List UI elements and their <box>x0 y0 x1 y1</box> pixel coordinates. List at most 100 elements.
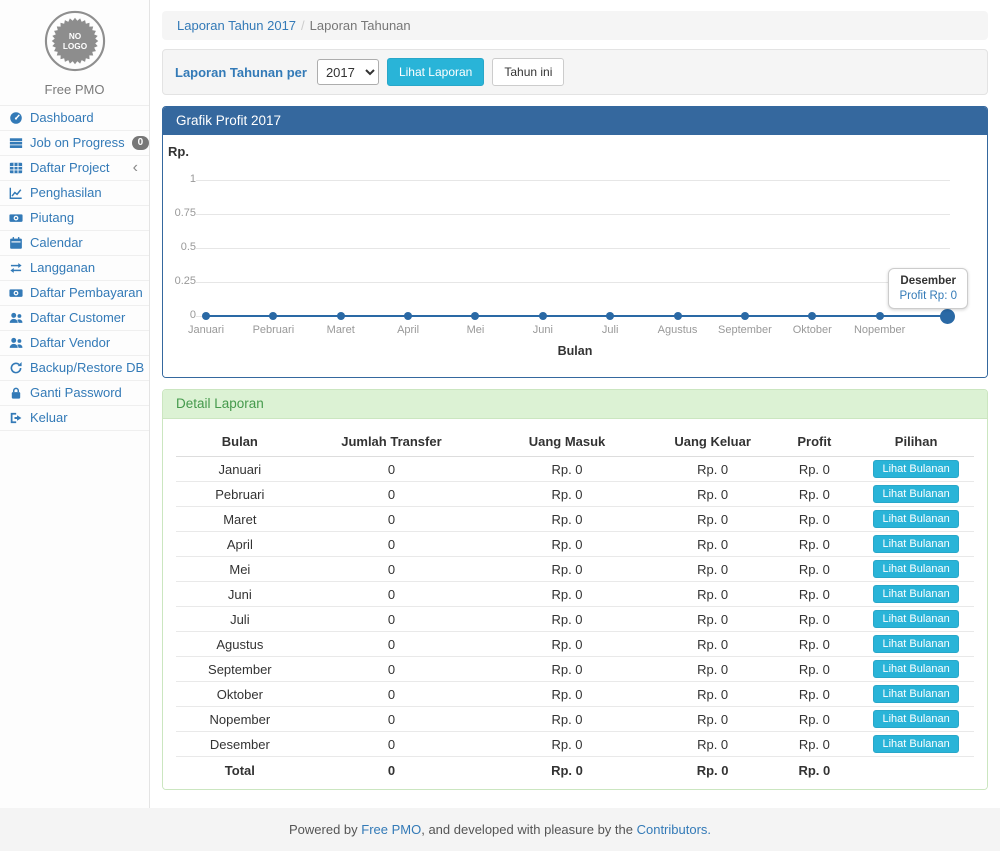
gridline <box>196 282 950 283</box>
sidebar-item-label: Calendar <box>30 235 140 251</box>
data-point-juni[interactable] <box>539 312 547 320</box>
view-monthly-button-pebruari[interactable]: Lihat Bulanan <box>873 485 958 503</box>
data-point-nopember[interactable] <box>876 312 884 320</box>
sidebar-item-label: Penghasilan <box>30 185 140 201</box>
view-monthly-button-september[interactable]: Lihat Bulanan <box>873 660 958 678</box>
breadcrumb: Laporan Tahun 2017 / Laporan Tahunan <box>162 11 988 40</box>
cell-uang-masuk: Rp. 0 <box>479 732 655 757</box>
data-point-desember[interactable] <box>940 309 955 324</box>
view-monthly-button-maret[interactable]: Lihat Bulanan <box>873 510 958 528</box>
total-jumlah-transfer: 0 <box>304 757 480 782</box>
data-point-maret[interactable] <box>337 312 345 320</box>
detail-panel-body: BulanJumlah TransferUang MasukUang Kelua… <box>163 419 987 789</box>
view-monthly-button-juni[interactable]: Lihat Bulanan <box>873 585 958 603</box>
cell-uang-keluar: Rp. 0 <box>655 707 771 732</box>
footer-link-free-pmo[interactable]: Free PMO <box>361 822 421 837</box>
sidebar-item-backup-restore-db[interactable]: Backup/Restore DB <box>0 356 149 381</box>
x-tick-label: Maret <box>303 324 379 336</box>
table-total-row: Total0Rp. 0Rp. 0Rp. 0 <box>176 757 974 782</box>
cell-jumlah-transfer: 0 <box>304 457 480 482</box>
total-label: Total <box>176 757 304 782</box>
sidebar-item-keluar[interactable]: Keluar <box>0 406 149 431</box>
data-point-september[interactable] <box>741 312 749 320</box>
column-header-profit: Profit <box>770 428 858 457</box>
view-monthly-button-juli[interactable]: Lihat Bulanan <box>873 610 958 628</box>
cell-bulan: Januari <box>176 457 304 482</box>
y-tick-label: 0.5 <box>162 241 196 253</box>
sidebar-item-dashboard[interactable]: Dashboard <box>0 106 149 131</box>
count-badge: 0 <box>132 136 150 150</box>
data-point-juli[interactable] <box>606 312 614 320</box>
breadcrumb-separator: / <box>301 18 305 33</box>
sidebar-item-label: Keluar <box>30 410 140 426</box>
brand-logo[interactable]: NOLOGO Free PMO <box>0 0 149 106</box>
money-icon <box>9 286 23 300</box>
sidebar-item-job-on-progress[interactable]: Job on Progress0 <box>0 131 149 156</box>
table-icon <box>9 161 23 175</box>
sidebar-item-daftar-customer[interactable]: Daftar Customer <box>0 306 149 331</box>
data-point-oktober[interactable] <box>808 312 816 320</box>
cell-bulan: September <box>176 657 304 682</box>
cell-pilihan: Lihat Bulanan <box>858 607 974 632</box>
footer-link-contributors[interactable]: Contributors. <box>637 822 711 837</box>
users-icon <box>9 336 23 350</box>
view-monthly-button-januari[interactable]: Lihat Bulanan <box>873 460 958 478</box>
cell-jumlah-transfer: 0 <box>304 632 480 657</box>
view-monthly-button-nopember[interactable]: Lihat Bulanan <box>873 710 958 728</box>
view-report-button[interactable]: Lihat Laporan <box>387 58 484 86</box>
data-point-januari[interactable] <box>202 312 210 320</box>
table-row-mei: Mei0Rp. 0Rp. 0Rp. 0Lihat Bulanan <box>176 557 974 582</box>
chevron-left-icon: ‹ <box>133 163 140 173</box>
total-uang-masuk: Rp. 0 <box>479 757 655 782</box>
cell-profit: Rp. 0 <box>770 457 858 482</box>
data-point-agustus[interactable] <box>674 312 682 320</box>
sidebar-item-piutang[interactable]: Piutang <box>0 206 149 231</box>
profit-chart-panel: Grafik Profit 2017 Rp.10.750.50.250Janua… <box>162 106 988 378</box>
data-point-mei[interactable] <box>471 312 479 320</box>
cell-pilihan: Lihat Bulanan <box>858 557 974 582</box>
data-point-pebruari[interactable] <box>269 312 277 320</box>
y-tick-label: 0 <box>162 309 196 321</box>
footer-text-middle: , and developed with pleasure by the <box>421 822 636 837</box>
cell-bulan: Desember <box>176 732 304 757</box>
sidebar-item-penghasilan[interactable]: Penghasilan <box>0 181 149 206</box>
this-year-button[interactable]: Tahun ini <box>492 58 564 86</box>
sidebar-item-label: Backup/Restore DB <box>30 360 144 376</box>
report-filter-bar: Laporan Tahunan per 2017 Lihat Laporan T… <box>162 49 988 95</box>
sidebar-menu: DashboardJob on Progress0Daftar Project‹… <box>0 106 149 431</box>
cell-uang-keluar: Rp. 0 <box>655 532 771 557</box>
breadcrumb-current: Laporan Tahunan <box>310 18 411 33</box>
sidebar-item-label: Piutang <box>30 210 140 226</box>
x-tick-label: September <box>707 324 783 336</box>
sidebar-item-daftar-vendor[interactable]: Daftar Vendor <box>0 331 149 356</box>
calendar-icon <box>9 236 23 250</box>
view-monthly-button-april[interactable]: Lihat Bulanan <box>873 535 958 553</box>
cell-uang-masuk: Rp. 0 <box>479 482 655 507</box>
year-select[interactable]: 2017 <box>317 59 379 85</box>
x-tick-label: Nopember <box>842 324 918 336</box>
table-row-januari: Januari0Rp. 0Rp. 0Rp. 0Lihat Bulanan <box>176 457 974 482</box>
sidebar-item-ganti-password[interactable]: Ganti Password <box>0 381 149 406</box>
view-monthly-button-oktober[interactable]: Lihat Bulanan <box>873 685 958 703</box>
sidebar-item-label: Daftar Vendor <box>30 335 140 351</box>
cell-jumlah-transfer: 0 <box>304 482 480 507</box>
view-monthly-button-mei[interactable]: Lihat Bulanan <box>873 560 958 578</box>
sidebar-item-daftar-pembayaran[interactable]: Daftar Pembayaran <box>0 281 149 306</box>
line-chart-icon <box>9 186 23 200</box>
sidebar-item-daftar-project[interactable]: Daftar Project‹ <box>0 156 149 181</box>
view-monthly-button-desember[interactable]: Lihat Bulanan <box>873 735 958 753</box>
report-detail-panel: Detail Laporan BulanJumlah TransferUang … <box>162 389 988 790</box>
breadcrumb-link-laporan-tahun[interactable]: Laporan Tahun 2017 <box>177 18 296 33</box>
view-monthly-button-agustus[interactable]: Lihat Bulanan <box>873 635 958 653</box>
cell-bulan: Nopember <box>176 707 304 732</box>
sidebar-item-langganan[interactable]: Langganan <box>0 256 149 281</box>
x-tick-label: Mei <box>437 324 513 336</box>
page: NOLOGO Free PMO DashboardJob on Progress… <box>0 0 1000 808</box>
cell-bulan: Mei <box>176 557 304 582</box>
cell-jumlah-transfer: 0 <box>304 707 480 732</box>
column-header-bulan: Bulan <box>176 428 304 457</box>
data-point-april[interactable] <box>404 312 412 320</box>
sidebar-item-calendar[interactable]: Calendar <box>0 231 149 256</box>
retweet-icon <box>9 261 23 275</box>
x-axis-label: Bulan <box>176 344 974 358</box>
